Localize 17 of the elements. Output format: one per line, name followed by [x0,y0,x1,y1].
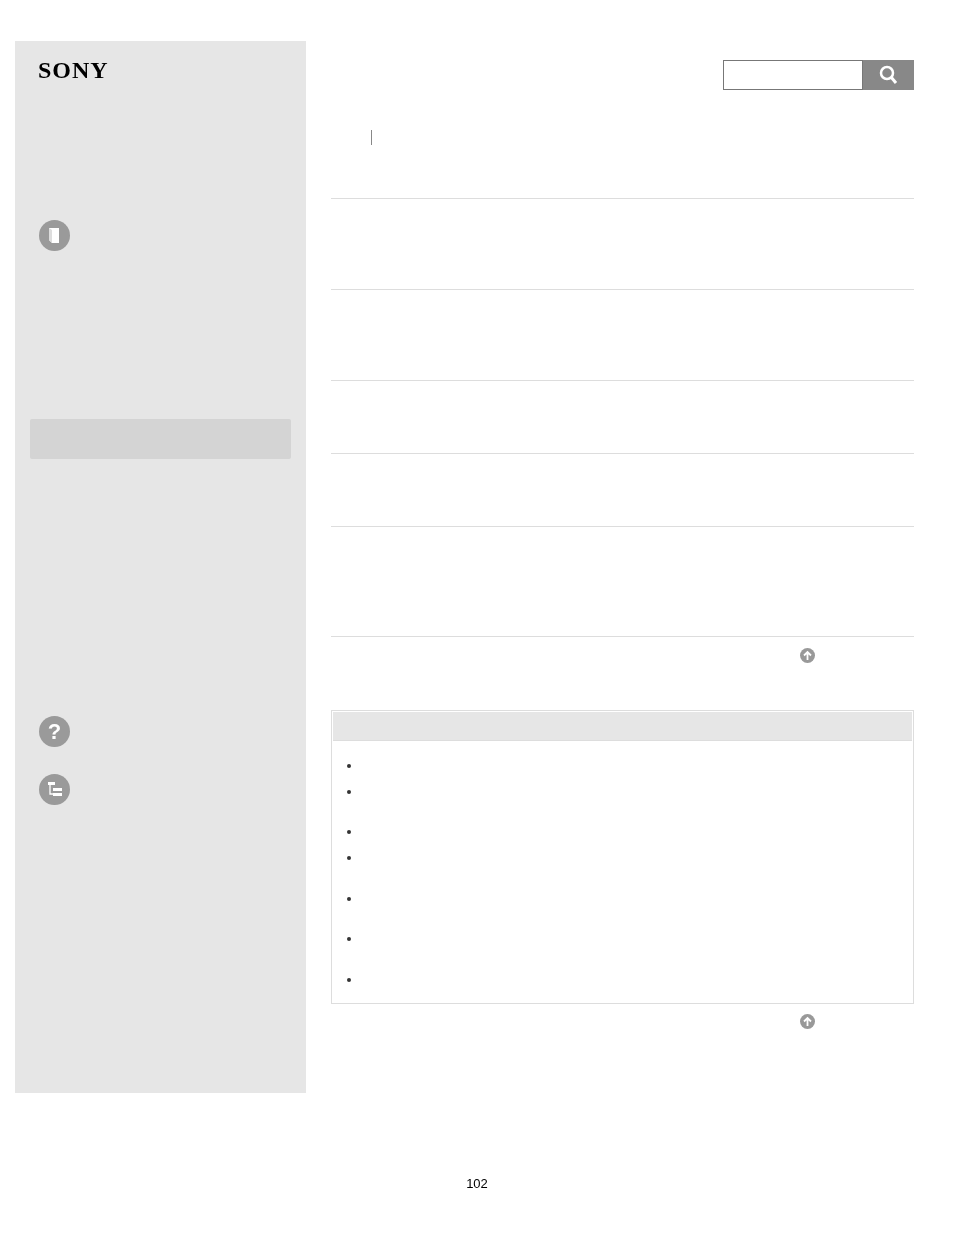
bullet-icon [347,856,351,860]
back-to-top-icon[interactable] [800,648,815,663]
search-button[interactable] [863,60,914,90]
bullet-icon [347,897,351,901]
bullet-icon [347,790,351,794]
tree-icon[interactable] [39,774,70,805]
page-number: 102 [466,1176,488,1192]
bullet-icon [347,764,351,768]
help-icon[interactable]: ? [39,716,70,747]
bullet-icon [347,937,351,941]
search-icon [878,65,899,85]
sony-logo: SONY [38,56,109,84]
bullet-icon [347,978,351,982]
bullet-icon [347,830,351,834]
back-to-top-icon[interactable] [800,1014,815,1029]
book-icon[interactable] [39,220,70,251]
search-field[interactable] [723,60,863,90]
